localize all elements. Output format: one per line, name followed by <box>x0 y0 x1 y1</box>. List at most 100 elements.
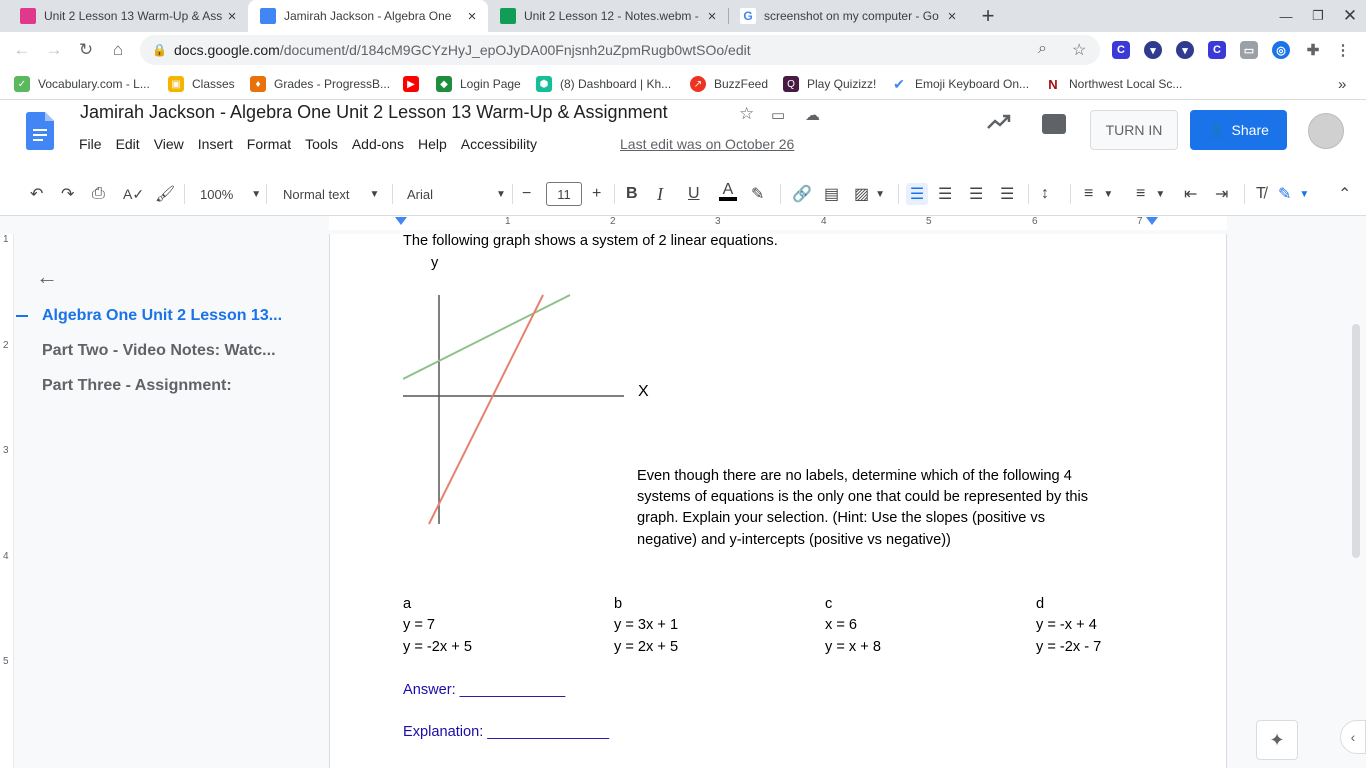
avatar[interactable] <box>1308 113 1344 149</box>
forward-icon[interactable]: → <box>42 39 66 61</box>
vertical-ruler[interactable]: 1 2 3 4 5 <box>0 234 14 768</box>
bookmarks-more-icon[interactable]: » <box>1338 76 1346 93</box>
share-button[interactable]: 👤 Share <box>1190 110 1287 150</box>
answer-line[interactable]: Answer: _____________ <box>403 682 565 698</box>
new-tab-button[interactable]: + <box>976 3 1000 29</box>
paint-format-icon[interactable]: 🖌 <box>155 183 175 205</box>
menu-help[interactable]: Help <box>411 136 454 152</box>
outline-item-heading-2[interactable]: Part Two - Video Notes: Watc... <box>42 342 276 360</box>
link-icon[interactable]: 🔗 <box>792 183 812 205</box>
extension-icon[interactable]: C <box>1208 41 1226 59</box>
insert-image-icon[interactable]: ▨ ▼ <box>854 183 885 205</box>
back-icon[interactable]: ← <box>10 39 34 61</box>
browser-tab[interactable]: Unit 2 Lesson 13 Warm-Up & Ass × <box>8 0 248 32</box>
extension-icon[interactable]: C <box>1112 41 1130 59</box>
numbered-list-icon[interactable]: ≡ ▼ <box>1084 183 1113 205</box>
justify-icon[interactable]: ☰ <box>1000 183 1014 205</box>
omnibox[interactable]: 🔒 docs.google.com/document/d/184cM9GCYzH… <box>140 35 1100 65</box>
bookmark-star-icon[interactable]: ☆ <box>1072 40 1086 60</box>
extension-shield-icon[interactable]: ▾ <box>1176 41 1194 59</box>
decrease-font-size-icon[interactable]: − <box>522 183 531 205</box>
minimize-icon[interactable]: — <box>1270 0 1302 32</box>
comment-icon[interactable] <box>1042 114 1066 134</box>
star-icon[interactable]: ☆ <box>739 104 754 124</box>
bookmark-item[interactable]: ✓ Vocabulary.com - L... <box>14 76 150 92</box>
tab-close-icon[interactable]: × <box>704 8 720 25</box>
extension-shield-icon[interactable]: ▾ <box>1144 41 1162 59</box>
zoom-icon[interactable]: ⌕ <box>1038 40 1047 58</box>
close-window-icon[interactable]: ✕ <box>1334 0 1366 32</box>
bookmark-item[interactable]: ♦ Grades - ProgressB... <box>250 76 390 92</box>
increase-indent-icon[interactable]: ⇥ <box>1215 183 1228 205</box>
horizontal-ruler[interactable]: 1 2 3 4 5 6 7 <box>0 216 1366 230</box>
outline-item-heading-3[interactable]: Part Three - Assignment: <box>42 377 232 395</box>
activity-trend-icon[interactable] <box>987 114 1011 130</box>
print-icon[interactable]: ⎙ <box>92 183 105 205</box>
clear-formatting-icon[interactable]: T̸ <box>1256 183 1266 205</box>
tab-close-icon[interactable]: × <box>944 8 960 25</box>
side-panel-toggle-icon[interactable]: ‹ <box>1340 720 1366 754</box>
restore-icon[interactable]: ❐ <box>1302 0 1334 32</box>
document-title[interactable]: Jamirah Jackson - Algebra One Unit 2 Les… <box>80 102 668 123</box>
align-right-icon[interactable]: ☰ <box>969 183 983 205</box>
move-folder-icon[interactable]: ▭ <box>771 106 785 124</box>
bookmark-item[interactable]: ↗ BuzzFeed <box>690 76 768 92</box>
bookmark-item[interactable]: ◆ Login Page <box>436 76 521 92</box>
menu-format[interactable]: Format <box>240 136 298 152</box>
bookmark-item[interactable]: ✔ Emoji Keyboard On... <box>891 76 1029 92</box>
browser-tab-active[interactable]: Jamirah Jackson - Algebra One × <box>248 0 488 32</box>
align-center-icon[interactable]: ☰ <box>938 183 952 205</box>
menu-accessibility[interactable]: Accessibility <box>454 136 544 152</box>
bulleted-list-icon[interactable]: ≡ ▼ <box>1136 183 1165 205</box>
outline-item-heading-1[interactable]: Algebra One Unit 2 Lesson 13... <box>42 307 282 325</box>
align-left-icon[interactable]: ☰ <box>906 183 928 205</box>
last-edit-link[interactable]: Last edit was on October 26 <box>620 136 794 152</box>
style-select[interactable]: Normal text ▼ <box>283 183 379 205</box>
left-indent-marker-icon[interactable] <box>394 216 408 226</box>
bookmark-item[interactable]: N Northwest Local Sc... <box>1045 76 1182 92</box>
bookmark-item[interactable]: Q Play Quizizz! <box>783 76 876 92</box>
highlight-icon[interactable]: ✎ <box>751 183 764 205</box>
tab-close-icon[interactable]: × <box>224 8 240 25</box>
zoom-select[interactable]: 100% ▼ <box>200 183 261 205</box>
font-size-input[interactable]: 11 <box>546 182 582 206</box>
underline-icon[interactable]: U <box>688 183 700 205</box>
increase-font-size-icon[interactable]: + <box>592 183 601 205</box>
editing-mode-icon[interactable]: ✎ ▼ <box>1278 183 1309 205</box>
redo-icon[interactable]: ↷ <box>61 183 74 205</box>
menu-addons[interactable]: Add-ons <box>345 136 411 152</box>
decrease-indent-icon[interactable]: ⇤ <box>1184 183 1197 205</box>
close-outline-back-icon[interactable]: ← <box>36 264 58 290</box>
reload-icon[interactable]: ↻ <box>74 39 98 61</box>
menu-tools[interactable]: Tools <box>298 136 345 152</box>
add-comment-icon[interactable]: ▤ <box>824 183 839 205</box>
home-icon[interactable]: ⌂ <box>106 39 130 61</box>
docs-logo-icon[interactable] <box>26 112 54 150</box>
font-select[interactable]: Arial ▼ <box>407 183 506 205</box>
browser-tab[interactable]: G screenshot on my computer - Go × <box>728 0 968 32</box>
bookmark-item[interactable]: ⬢ (8) Dashboard | Kh... <box>536 76 671 92</box>
right-indent-marker-icon[interactable] <box>1145 216 1159 226</box>
bookmark-item[interactable]: ▶ <box>403 76 419 92</box>
text-color-icon[interactable]: A <box>719 182 737 205</box>
undo-icon[interactable]: ↶ <box>30 183 43 205</box>
bookmark-item[interactable]: ▣ Classes <box>168 76 235 92</box>
menu-view[interactable]: View <box>147 136 191 152</box>
turn-in-button[interactable]: TURN IN <box>1090 110 1178 150</box>
explore-sparkle-icon[interactable]: ✦ <box>1256 720 1298 760</box>
tab-close-icon[interactable]: × <box>464 8 480 25</box>
explanation-line[interactable]: Explanation: _______________ <box>403 724 609 740</box>
extensions-puzzle-icon[interactable]: ✚ <box>1304 41 1322 59</box>
cloud-saved-icon[interactable]: ☁ <box>805 106 820 124</box>
italic-icon[interactable]: I <box>657 183 663 205</box>
extension-icon[interactable]: ◎ <box>1272 41 1290 59</box>
menu-file[interactable]: File <box>72 136 109 152</box>
menu-insert[interactable]: Insert <box>191 136 240 152</box>
line-spacing-icon[interactable]: ↕ <box>1041 183 1049 205</box>
bold-icon[interactable]: B <box>626 183 638 205</box>
vertical-scrollbar[interactable] <box>1352 324 1360 558</box>
collapse-menus-icon[interactable]: ⌃ <box>1338 183 1351 205</box>
document-page[interactable]: The following graph shows a system of 2 … <box>329 233 1227 768</box>
spellcheck-icon[interactable]: A✓ <box>123 183 144 205</box>
browser-tab[interactable]: Unit 2 Lesson 12 - Notes.webm - × <box>488 0 728 32</box>
